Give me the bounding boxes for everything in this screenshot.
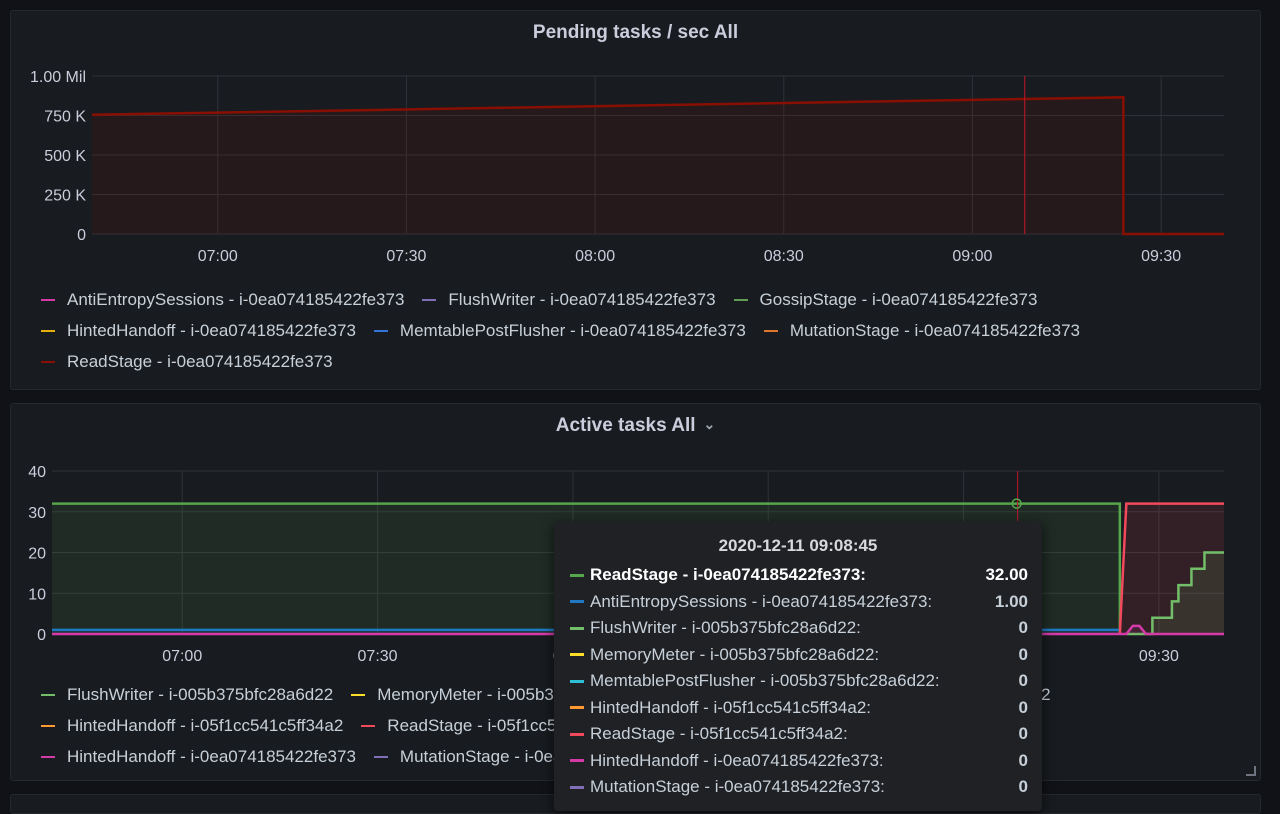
tooltip-swatch: [570, 732, 584, 736]
y-tick-label: 30: [28, 505, 46, 522]
tooltip-series-value: 0: [1018, 618, 1028, 638]
tooltip-series-name: ReadStage - i-0ea074185422fe373:: [590, 565, 866, 585]
tooltip-swatch: [570, 626, 584, 630]
tooltip-series-name: MemoryMeter - i-005b375bfc28a6d22:: [590, 644, 880, 664]
tooltip-series-name: ReadStage - i-05f1cc541c5ff34a2:: [590, 724, 848, 744]
y-tick-label: 10: [28, 586, 46, 603]
tooltip-series-value: 0: [1018, 644, 1028, 664]
tooltip-swatch: [570, 600, 584, 604]
tooltip-row: HintedHandoff - i-0ea074185422fe373: 0: [554, 748, 1042, 775]
tooltip-row: ReadStage - i-0ea074185422fe373: 32.00: [554, 562, 1042, 589]
tooltip-row: AntiEntropySessions - i-0ea074185422fe37…: [554, 589, 1042, 616]
tooltip-row: FlushWriter - i-005b375bfc28a6d22: 0: [554, 615, 1042, 642]
tooltip-swatch: [570, 653, 584, 657]
x-tick-label: 07:00: [162, 648, 202, 665]
tooltip-row: MemoryMeter - i-005b375bfc28a6d22: 0: [554, 642, 1042, 669]
tooltip-swatch: [570, 706, 584, 710]
tooltip-series-value: 0: [1018, 750, 1028, 770]
tooltip-series-value: 32.00: [985, 565, 1028, 585]
tooltip-series-value: 0: [1018, 777, 1028, 797]
x-tick-label: 07:30: [358, 648, 398, 665]
tooltip-row: HintedHandoff - i-05f1cc541c5ff34a2: 0: [554, 695, 1042, 722]
tooltip-series-value: 0: [1018, 697, 1028, 717]
tooltip-swatch: [570, 759, 584, 763]
tooltip-swatch: [570, 573, 584, 577]
hover-tooltip: 2020-12-11 09:08:45 ReadStage - i-0ea074…: [554, 521, 1042, 811]
tooltip-row: MutationStage - i-0ea074185422fe373: 0: [554, 774, 1042, 801]
y-tick-label: 40: [28, 464, 46, 481]
y-tick-label: 20: [28, 546, 46, 563]
tooltip-swatch: [570, 679, 584, 683]
tooltip-series-name: MutationStage - i-0ea074185422fe373:: [590, 777, 885, 797]
tooltip-date: 2020-12-11 09:08:45: [718, 536, 878, 555]
tooltip-row: MemtablePostFlusher - i-005b375bfc28a6d2…: [554, 668, 1042, 695]
tooltip-series-name: HintedHandoff - i-0ea074185422fe373:: [590, 750, 884, 770]
tooltip-series-name: MemtablePostFlusher - i-005b375bfc28a6d2…: [590, 671, 940, 691]
tooltip-swatch: [570, 785, 584, 789]
tooltip-series-value: 1.00: [994, 591, 1028, 611]
y-tick-label: 0: [37, 627, 46, 644]
tooltip-series-name: FlushWriter - i-005b375bfc28a6d22:: [590, 618, 861, 638]
x-tick-label: 09:30: [1139, 648, 1179, 665]
tooltip-series-value: 0: [1018, 671, 1028, 691]
tooltip-series-name: HintedHandoff - i-05f1cc541c5ff34a2:: [590, 697, 872, 717]
tooltip-series-value: 0: [1018, 724, 1028, 744]
tooltip-row: ReadStage - i-05f1cc541c5ff34a2: 0: [554, 721, 1042, 748]
tooltip-series-name: AntiEntropySessions - i-0ea074185422fe37…: [590, 591, 933, 611]
